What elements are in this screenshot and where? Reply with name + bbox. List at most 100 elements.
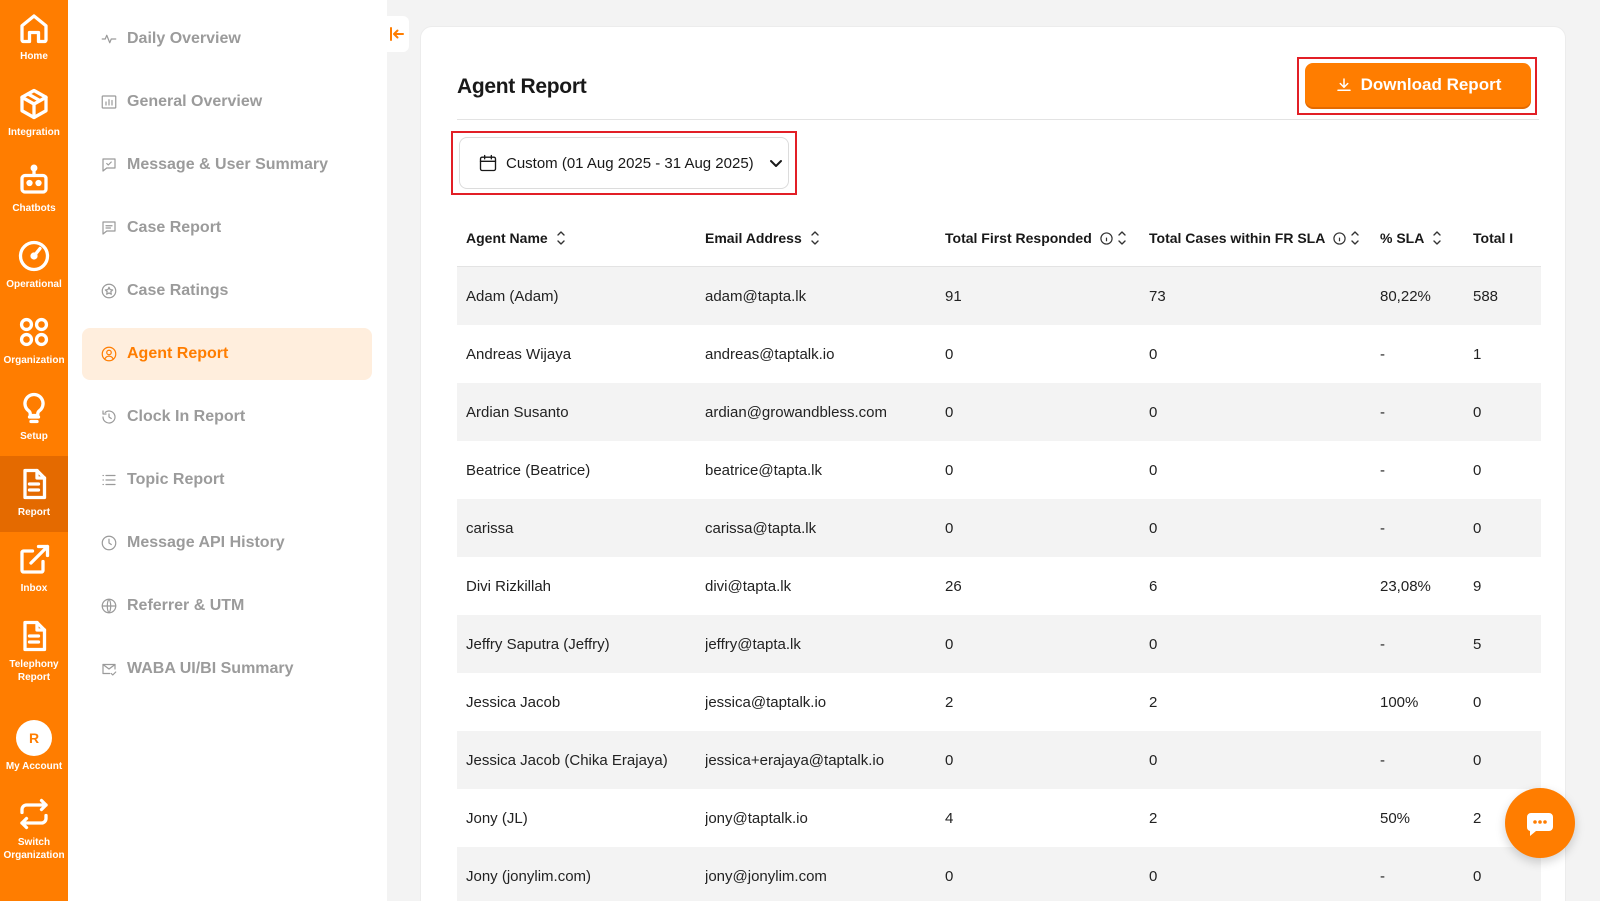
cell-sla-percent: - bbox=[1380, 867, 1385, 885]
rail-item-setup[interactable]: Setup bbox=[0, 380, 68, 456]
agent-report-table: Agent Name Email Address Total First Res… bbox=[457, 209, 1541, 901]
column-header-total-truncated[interactable]: Total I bbox=[1473, 209, 1541, 267]
rail-item-inbox[interactable]: Inbox bbox=[0, 532, 68, 608]
submenu-label: Clock In Report bbox=[127, 408, 246, 425]
rail-item-chatbots[interactable]: Chatbots bbox=[0, 152, 68, 228]
submenu-item-waba-summary[interactable]: WABA UI/BI Summary bbox=[82, 643, 372, 695]
cell-agent-name: Jony (jonylim.com) bbox=[466, 867, 592, 885]
pulse-icon bbox=[101, 34, 117, 44]
rail-label: Setup bbox=[20, 431, 48, 442]
table-row[interactable]: Jessica Jacob (Chika Erajaya) jessica+era… bbox=[457, 731, 1541, 789]
table-row[interactable]: Jony (jonylim.com) jony@jonylim.com 0 0-0 bbox=[457, 847, 1541, 901]
cell-total: 0 bbox=[1473, 461, 1482, 479]
cell-total: 5 bbox=[1473, 635, 1482, 653]
gauge-icon bbox=[18, 240, 50, 272]
lightbulb-icon bbox=[23, 392, 45, 424]
cell-agent-name: carissa bbox=[466, 519, 514, 537]
cell-cases-within-sla: 6 bbox=[1149, 577, 1158, 595]
cell-cases-within-sla: 0 bbox=[1149, 403, 1158, 421]
cell-email: beatrice@tapta.lk bbox=[705, 461, 822, 479]
rail-item-switch-organization[interactable]: Switch Organization bbox=[0, 786, 68, 886]
date-range-picker[interactable]: Custom (01 Aug 2025 - 31 Aug 2025) bbox=[459, 137, 789, 189]
table-row[interactable]: Divi Rizkillah divi@tapta.lk 26 6 23,08% 9 bbox=[457, 557, 1541, 615]
cell-email: jony@jonylim.com bbox=[705, 867, 827, 885]
cell-agent-name: Jessica Jacob (Chika Erajaya) bbox=[466, 751, 668, 769]
submenu-label: Daily Overview bbox=[127, 30, 241, 47]
column-label: Total First Responded bbox=[945, 230, 1092, 246]
cell-email: divi@tapta.lk bbox=[705, 577, 792, 595]
message-check-icon bbox=[102, 158, 116, 172]
submenu-item-message-user-summary[interactable]: Message & User Summary bbox=[82, 139, 372, 191]
table-row[interactable]: carissa carissa@tapta.lk 0 0 - 0 bbox=[457, 499, 1541, 557]
cell-email: jony@taptalk.io bbox=[705, 809, 808, 827]
sort-icon[interactable] bbox=[1432, 229, 1442, 247]
table-row[interactable]: Jony (JL) jony@taptalk.io 4 2 50% 2 bbox=[457, 789, 1541, 847]
submenu-item-referrer-utm[interactable]: Referrer & UTM bbox=[82, 580, 372, 632]
submenu-item-agent-report[interactable]: Agent Report bbox=[82, 328, 372, 380]
column-header-email[interactable]: Email Address bbox=[705, 209, 937, 267]
cell-total: 1 bbox=[1473, 345, 1482, 363]
submenu-item-message-api-history[interactable]: Message API History bbox=[82, 517, 372, 569]
chat-support-button[interactable] bbox=[1505, 788, 1575, 858]
home-icon bbox=[20, 14, 48, 44]
sort-icon[interactable] bbox=[556, 229, 566, 247]
column-header-sla-percent[interactable]: % SLA bbox=[1380, 209, 1470, 267]
cell-first-responded: 0 bbox=[945, 751, 954, 769]
rail-label: Switch Organization bbox=[3, 837, 65, 861]
cell-first-responded: 0 bbox=[945, 461, 954, 479]
cell-sla-percent: 23,08% bbox=[1380, 577, 1431, 595]
rail-item-report[interactable]: Report bbox=[0, 456, 68, 532]
table-row[interactable]: Ardian Susanto ardian@growandbless.com 0 0 -… bbox=[457, 383, 1541, 441]
submenu-item-case-report[interactable]: Case Report bbox=[82, 202, 372, 254]
cell-first-responded: 0 bbox=[945, 635, 954, 653]
cell-total: 588 bbox=[1473, 287, 1499, 305]
table-row[interactable]: Andreas Wijaya andreas@taptalk.io 0 0 - 1 bbox=[457, 325, 1541, 383]
table-row[interactable]: Beatrice (Beatrice) beatrice@tapta.lk 0 0 - 0 bbox=[457, 441, 1541, 499]
cell-cases-within-sla: 0 bbox=[1149, 519, 1158, 537]
left-rail: Home Integration Chatbots Operational Or… bbox=[0, 0, 68, 901]
download-report-button[interactable]: Download Report bbox=[1305, 63, 1531, 107]
cube-icon bbox=[20, 88, 48, 120]
column-label: Email Address bbox=[705, 230, 802, 246]
table-row[interactable]: Jessica Jacob jessica@taptalk.io 2 2 100% 0 bbox=[457, 673, 1541, 731]
cell-sla-percent: - bbox=[1380, 519, 1385, 537]
cell-first-responded: 4 bbox=[945, 809, 954, 827]
column-label: Total Cases within FR SLA bbox=[1149, 230, 1326, 246]
submenu-label: WABA UI/BI Summary bbox=[127, 660, 294, 677]
sort-icon[interactable] bbox=[810, 229, 820, 247]
submenu-item-daily-overview[interactable]: Daily Overview bbox=[82, 13, 372, 65]
column-header-total-first-responded[interactable]: Total First Responded bbox=[945, 209, 1145, 267]
report-submenu: Daily Overview General Overview Message … bbox=[68, 0, 387, 901]
submenu-item-general-overview[interactable]: General Overview bbox=[82, 76, 372, 128]
cell-email: jeffry@tapta.lk bbox=[705, 635, 801, 653]
rail-item-organization[interactable]: Organization bbox=[0, 304, 68, 380]
submenu-item-topic-report[interactable]: Topic Report bbox=[82, 454, 372, 506]
collapse-sidebar-button[interactable] bbox=[385, 16, 409, 52]
document-icon bbox=[23, 620, 47, 652]
column-header-cases-within-fr-sla[interactable]: Total Cases within FR SLA bbox=[1149, 209, 1375, 267]
column-header-agent-name[interactable]: Agent Name bbox=[466, 209, 696, 267]
cell-first-responded: 91 bbox=[945, 287, 962, 305]
cell-cases-within-sla: 0 bbox=[1149, 867, 1158, 885]
cell-first-responded: 0 bbox=[945, 519, 954, 537]
submenu-item-case-ratings[interactable]: Case Ratings bbox=[82, 265, 372, 317]
rail-item-integration[interactable]: Integration bbox=[0, 76, 68, 152]
info-icon[interactable] bbox=[1100, 231, 1113, 245]
rail-label: Operational bbox=[6, 279, 62, 290]
table-row[interactable]: Jeffry Saputra (Jeffry) jeffry@tapta.lk 0 0… bbox=[457, 615, 1541, 673]
submenu-item-clock-in-report[interactable]: Clock In Report bbox=[82, 391, 372, 443]
cell-agent-name: Divi Rizkillah bbox=[466, 577, 552, 595]
rail-item-home[interactable]: Home bbox=[0, 0, 68, 76]
sort-icon[interactable] bbox=[1117, 229, 1127, 247]
sort-icon[interactable] bbox=[1350, 229, 1360, 247]
rail-item-operational[interactable]: Operational bbox=[0, 228, 68, 304]
rail-label: Chatbots bbox=[12, 203, 56, 214]
rail-item-my-account[interactable]: R My Account bbox=[0, 708, 68, 784]
rail-label: Home bbox=[20, 51, 48, 62]
cell-first-responded: 0 bbox=[945, 867, 954, 885]
rail-item-telephony-report[interactable]: Telephony Report bbox=[0, 608, 68, 698]
info-icon[interactable] bbox=[1333, 231, 1346, 245]
table-row[interactable]: Adam (Adam) adam@tapta.lk 91 73 80,22% 588 bbox=[457, 267, 1541, 325]
history-icon bbox=[101, 535, 117, 551]
cell-sla-percent: 80,22% bbox=[1380, 287, 1431, 305]
